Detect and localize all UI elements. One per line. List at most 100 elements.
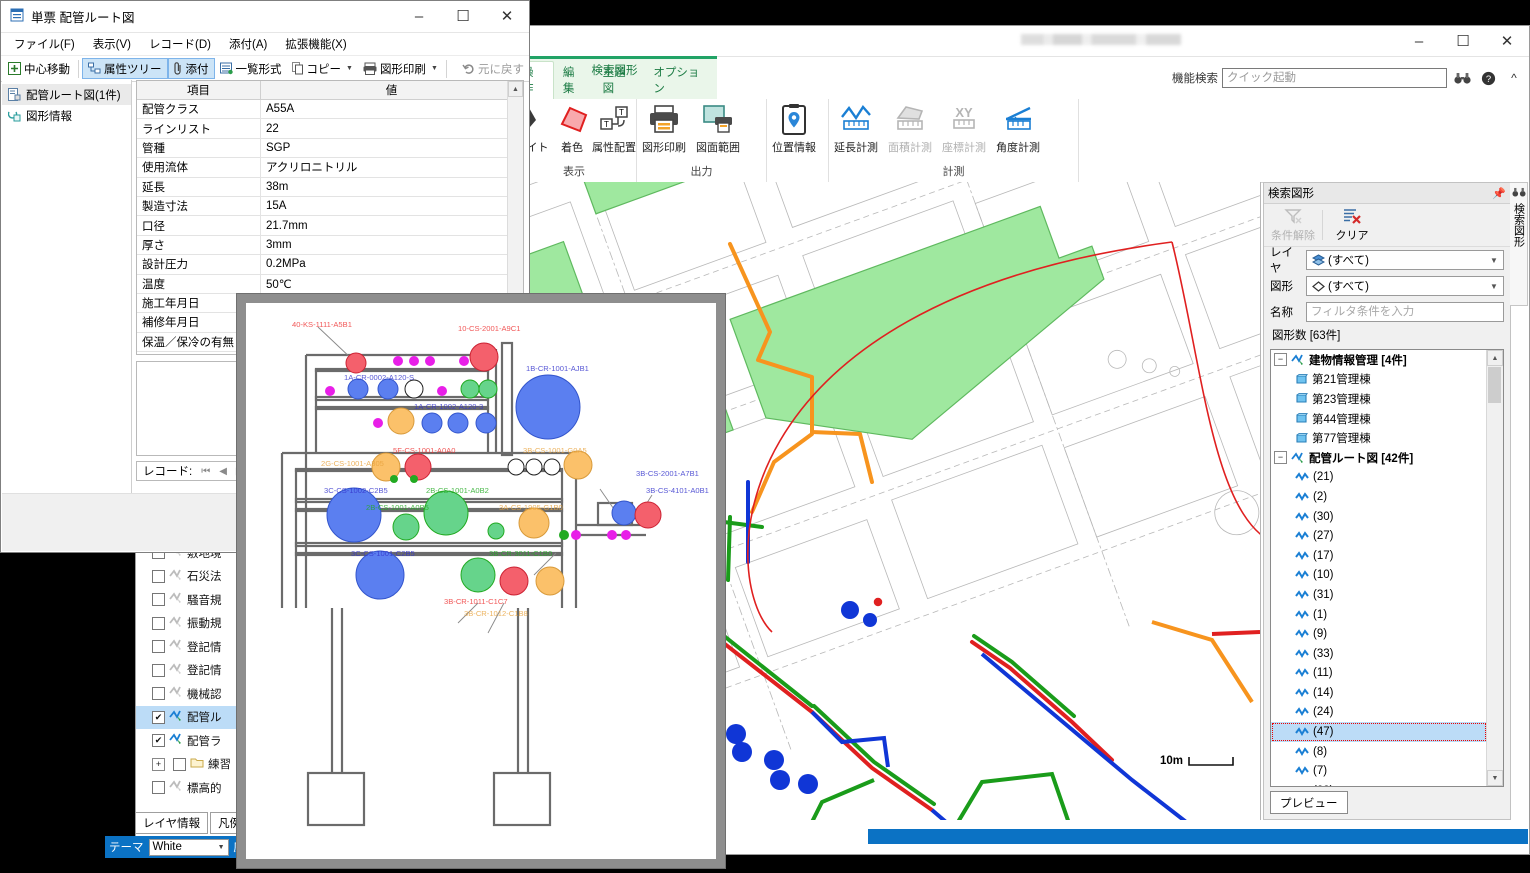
tree-node-17[interactable]: (14) bbox=[1271, 683, 1487, 703]
ribbon-item-座標計測[interactable]: XY 座標計測 bbox=[937, 102, 991, 155]
tree-node-11[interactable]: (10) bbox=[1271, 566, 1487, 586]
layer-tab-0[interactable]: レイヤ情報 bbox=[135, 812, 209, 834]
ribbon-item-面積計測[interactable]: 面積計測 bbox=[883, 102, 937, 155]
drawing-preview-window[interactable]: 40-KS-1111-A5B1 10-CS-2001-A9C1 1A-CR-0002… bbox=[236, 293, 726, 869]
dock-combo-レイヤ[interactable]: (すべて) ▼ bbox=[1306, 250, 1504, 270]
ribbon-item-位置情報[interactable]: 位置情報 bbox=[767, 102, 821, 155]
gis-close-button[interactable]: ✕ bbox=[1485, 26, 1529, 56]
form-nav-item-1[interactable]: 図形情報 bbox=[2, 105, 131, 126]
table-row[interactable]: 設計圧力 0.2MPa bbox=[137, 255, 523, 275]
table-row[interactable]: 使用流体 アクリロニトリル bbox=[137, 158, 523, 178]
ribbon-item-角度計測[interactable]: 角度計測 bbox=[991, 102, 1045, 155]
ribbon-item-延長計測[interactable]: 延長計測 bbox=[829, 102, 883, 155]
toolbar-コピー[interactable]: コピー ▼ bbox=[287, 58, 358, 79]
ribbon-item-着色[interactable]: 着色 bbox=[552, 102, 592, 155]
toolbar-属性ツリー[interactable]: 属性ツリー bbox=[82, 58, 168, 79]
preview-button[interactable]: プレビュー bbox=[1270, 791, 1348, 814]
tree-node-15[interactable]: (33) bbox=[1271, 644, 1487, 664]
gis-minimize-button[interactable]: – bbox=[1397, 26, 1441, 56]
table-row[interactable]: 製造寸法 15A bbox=[137, 196, 523, 217]
layer-checkbox[interactable] bbox=[152, 593, 165, 607]
layer-checkbox[interactable]: ✔ bbox=[152, 734, 165, 748]
search-shapes-vertical-tab[interactable]: 検索図形 bbox=[1510, 182, 1528, 306]
toolbar-一覧形式[interactable]: 一覧形式 bbox=[215, 58, 287, 79]
tree-node-18[interactable]: (24) bbox=[1271, 703, 1487, 723]
tree-node-0[interactable]: − 建物情報管理 [4件] bbox=[1271, 350, 1487, 370]
menu-item-2[interactable]: レコード(D) bbox=[140, 34, 220, 54]
expander-icon[interactable]: − bbox=[1274, 353, 1287, 367]
tree-node-2[interactable]: 第23管理棟 bbox=[1271, 389, 1487, 409]
tree-node-1[interactable]: 第21管理棟 bbox=[1271, 370, 1487, 390]
form-titlebar[interactable]: 単票 配管ルート図 – ☐ ✕ bbox=[1, 1, 529, 33]
tree-node-22[interactable]: (23) bbox=[1271, 781, 1487, 786]
theme-select[interactable]: White ▼ bbox=[148, 838, 229, 856]
layer-checkbox[interactable] bbox=[152, 663, 165, 677]
table-row[interactable]: 管種 SGP bbox=[137, 138, 523, 159]
layer-checkbox[interactable] bbox=[173, 757, 186, 771]
form-close-button[interactable]: ✕ bbox=[485, 1, 529, 31]
chevron-down-icon[interactable]: ▼ bbox=[431, 65, 438, 72]
name-filter-input[interactable]: フィルタ条件を入力 bbox=[1306, 302, 1504, 322]
chevron-up-icon[interactable]: ^ bbox=[1503, 67, 1525, 89]
table-row[interactable]: ラインリスト 22 bbox=[137, 119, 523, 139]
menu-item-0[interactable]: ファイル(F) bbox=[5, 34, 84, 54]
record-prev-button[interactable]: ◀ bbox=[219, 466, 227, 477]
chevron-down-icon[interactable]: ▼ bbox=[1487, 256, 1501, 265]
scroll-up-icon[interactable]: ▲ bbox=[1487, 350, 1503, 366]
form-nav-list[interactable]: 配管ルート図(1件) 図形情報 bbox=[2, 80, 132, 494]
ribbon-item-図面範囲[interactable]: 図面範囲 bbox=[691, 102, 745, 155]
scroll-down-icon[interactable]: ▼ bbox=[1487, 770, 1503, 786]
ribbon-tab-主題図[interactable]: 主題図 bbox=[594, 62, 645, 100]
layer-checkbox[interactable] bbox=[152, 616, 165, 630]
form-minimize-button[interactable]: – bbox=[397, 1, 441, 31]
tree-node-6[interactable]: (21) bbox=[1271, 468, 1487, 488]
toolbar-中心移動[interactable]: 中心移動 bbox=[3, 58, 75, 79]
table-row[interactable]: 配管クラス A55A bbox=[137, 100, 523, 120]
dock-tool-クリア[interactable]: クリア bbox=[1323, 205, 1381, 245]
expander-icon[interactable]: − bbox=[1274, 451, 1287, 465]
tree-node-13[interactable]: (1) bbox=[1271, 605, 1487, 625]
tree-node-5[interactable]: − 配管ルート図 [42件] bbox=[1271, 448, 1487, 468]
ribbon-item-属性配置[interactable]: T T 属性配置 bbox=[592, 102, 636, 155]
gis-maximize-button[interactable]: ☐ bbox=[1441, 26, 1485, 56]
form-menubar[interactable]: ファイル(F) 表示(V) レコード(D) 添付(A) 拡張機能(X) bbox=[1, 33, 529, 56]
ribbon-tab-編集[interactable]: 編集 bbox=[554, 62, 594, 100]
tree-node-12[interactable]: (31) bbox=[1271, 585, 1487, 605]
tree-node-20[interactable]: (8) bbox=[1271, 742, 1487, 762]
tree-node-4[interactable]: 第77管理棟 bbox=[1271, 428, 1487, 448]
ribbon-tab-オプション[interactable]: オプション bbox=[644, 62, 717, 100]
help-icon[interactable]: ? bbox=[1477, 67, 1499, 89]
table-row[interactable]: 厚さ 3mm bbox=[137, 235, 523, 256]
ribbon-item-図形印刷[interactable]: 図形印刷 bbox=[637, 102, 691, 155]
form-toolbar[interactable]: 中心移動 属性ツリー 添付 一覧形式 コピー ▼ 図形印刷 ▼ 元に戻す bbox=[1, 56, 529, 82]
ribbon-right-controls[interactable]: 機能検索 クイック起動 ? ^ bbox=[1172, 56, 1525, 100]
tree-node-7[interactable]: (2) bbox=[1271, 487, 1487, 507]
table-row[interactable]: 延長 38m bbox=[137, 177, 523, 197]
menu-item-3[interactable]: 添付(A) bbox=[220, 34, 276, 54]
menu-item-1[interactable]: 表示(V) bbox=[84, 34, 140, 54]
dock-filter-fields[interactable]: レイヤ (すべて) ▼ 図形 (すべて) ▼ 名称 フィルタ条件を入力 bbox=[1264, 247, 1510, 325]
tree-node-21[interactable]: (7) bbox=[1271, 761, 1487, 781]
tree-node-9[interactable]: (27) bbox=[1271, 526, 1487, 546]
scrollbar-thumb[interactable] bbox=[1488, 367, 1501, 403]
layer-checkbox[interactable] bbox=[152, 640, 165, 654]
layer-checkbox[interactable] bbox=[152, 569, 165, 583]
table-row[interactable]: 温度 50℃ bbox=[137, 274, 523, 294]
toolbar-元に戻す[interactable]: 元に戻す bbox=[457, 58, 529, 79]
form-maximize-button[interactable]: ☐ bbox=[441, 1, 485, 31]
chevron-down-icon[interactable]: ▼ bbox=[346, 65, 353, 72]
layer-checkbox[interactable] bbox=[152, 687, 165, 701]
record-first-button[interactable]: ⏮ bbox=[201, 466, 210, 477]
tree-node-14[interactable]: (9) bbox=[1271, 624, 1487, 644]
ribbon-tabs[interactable]: 操作編集主題図オプション bbox=[512, 61, 717, 100]
layer-checkbox[interactable] bbox=[152, 781, 165, 795]
tree-node-8[interactable]: (30) bbox=[1271, 507, 1487, 527]
dock-combo-図形[interactable]: (すべて) ▼ bbox=[1306, 276, 1504, 296]
chevron-down-icon[interactable]: ▼ bbox=[1487, 282, 1501, 291]
tree-node-10[interactable]: (17) bbox=[1271, 546, 1487, 566]
dock-tool-条件解除[interactable]: 条件解除 bbox=[1264, 205, 1322, 245]
toolbar-図形印刷[interactable]: 図形印刷 ▼ bbox=[358, 58, 443, 79]
binoculars-icon[interactable] bbox=[1451, 67, 1473, 89]
scroll-up-icon[interactable]: ▲ bbox=[508, 81, 523, 97]
menu-item-4[interactable]: 拡張機能(X) bbox=[276, 34, 355, 54]
